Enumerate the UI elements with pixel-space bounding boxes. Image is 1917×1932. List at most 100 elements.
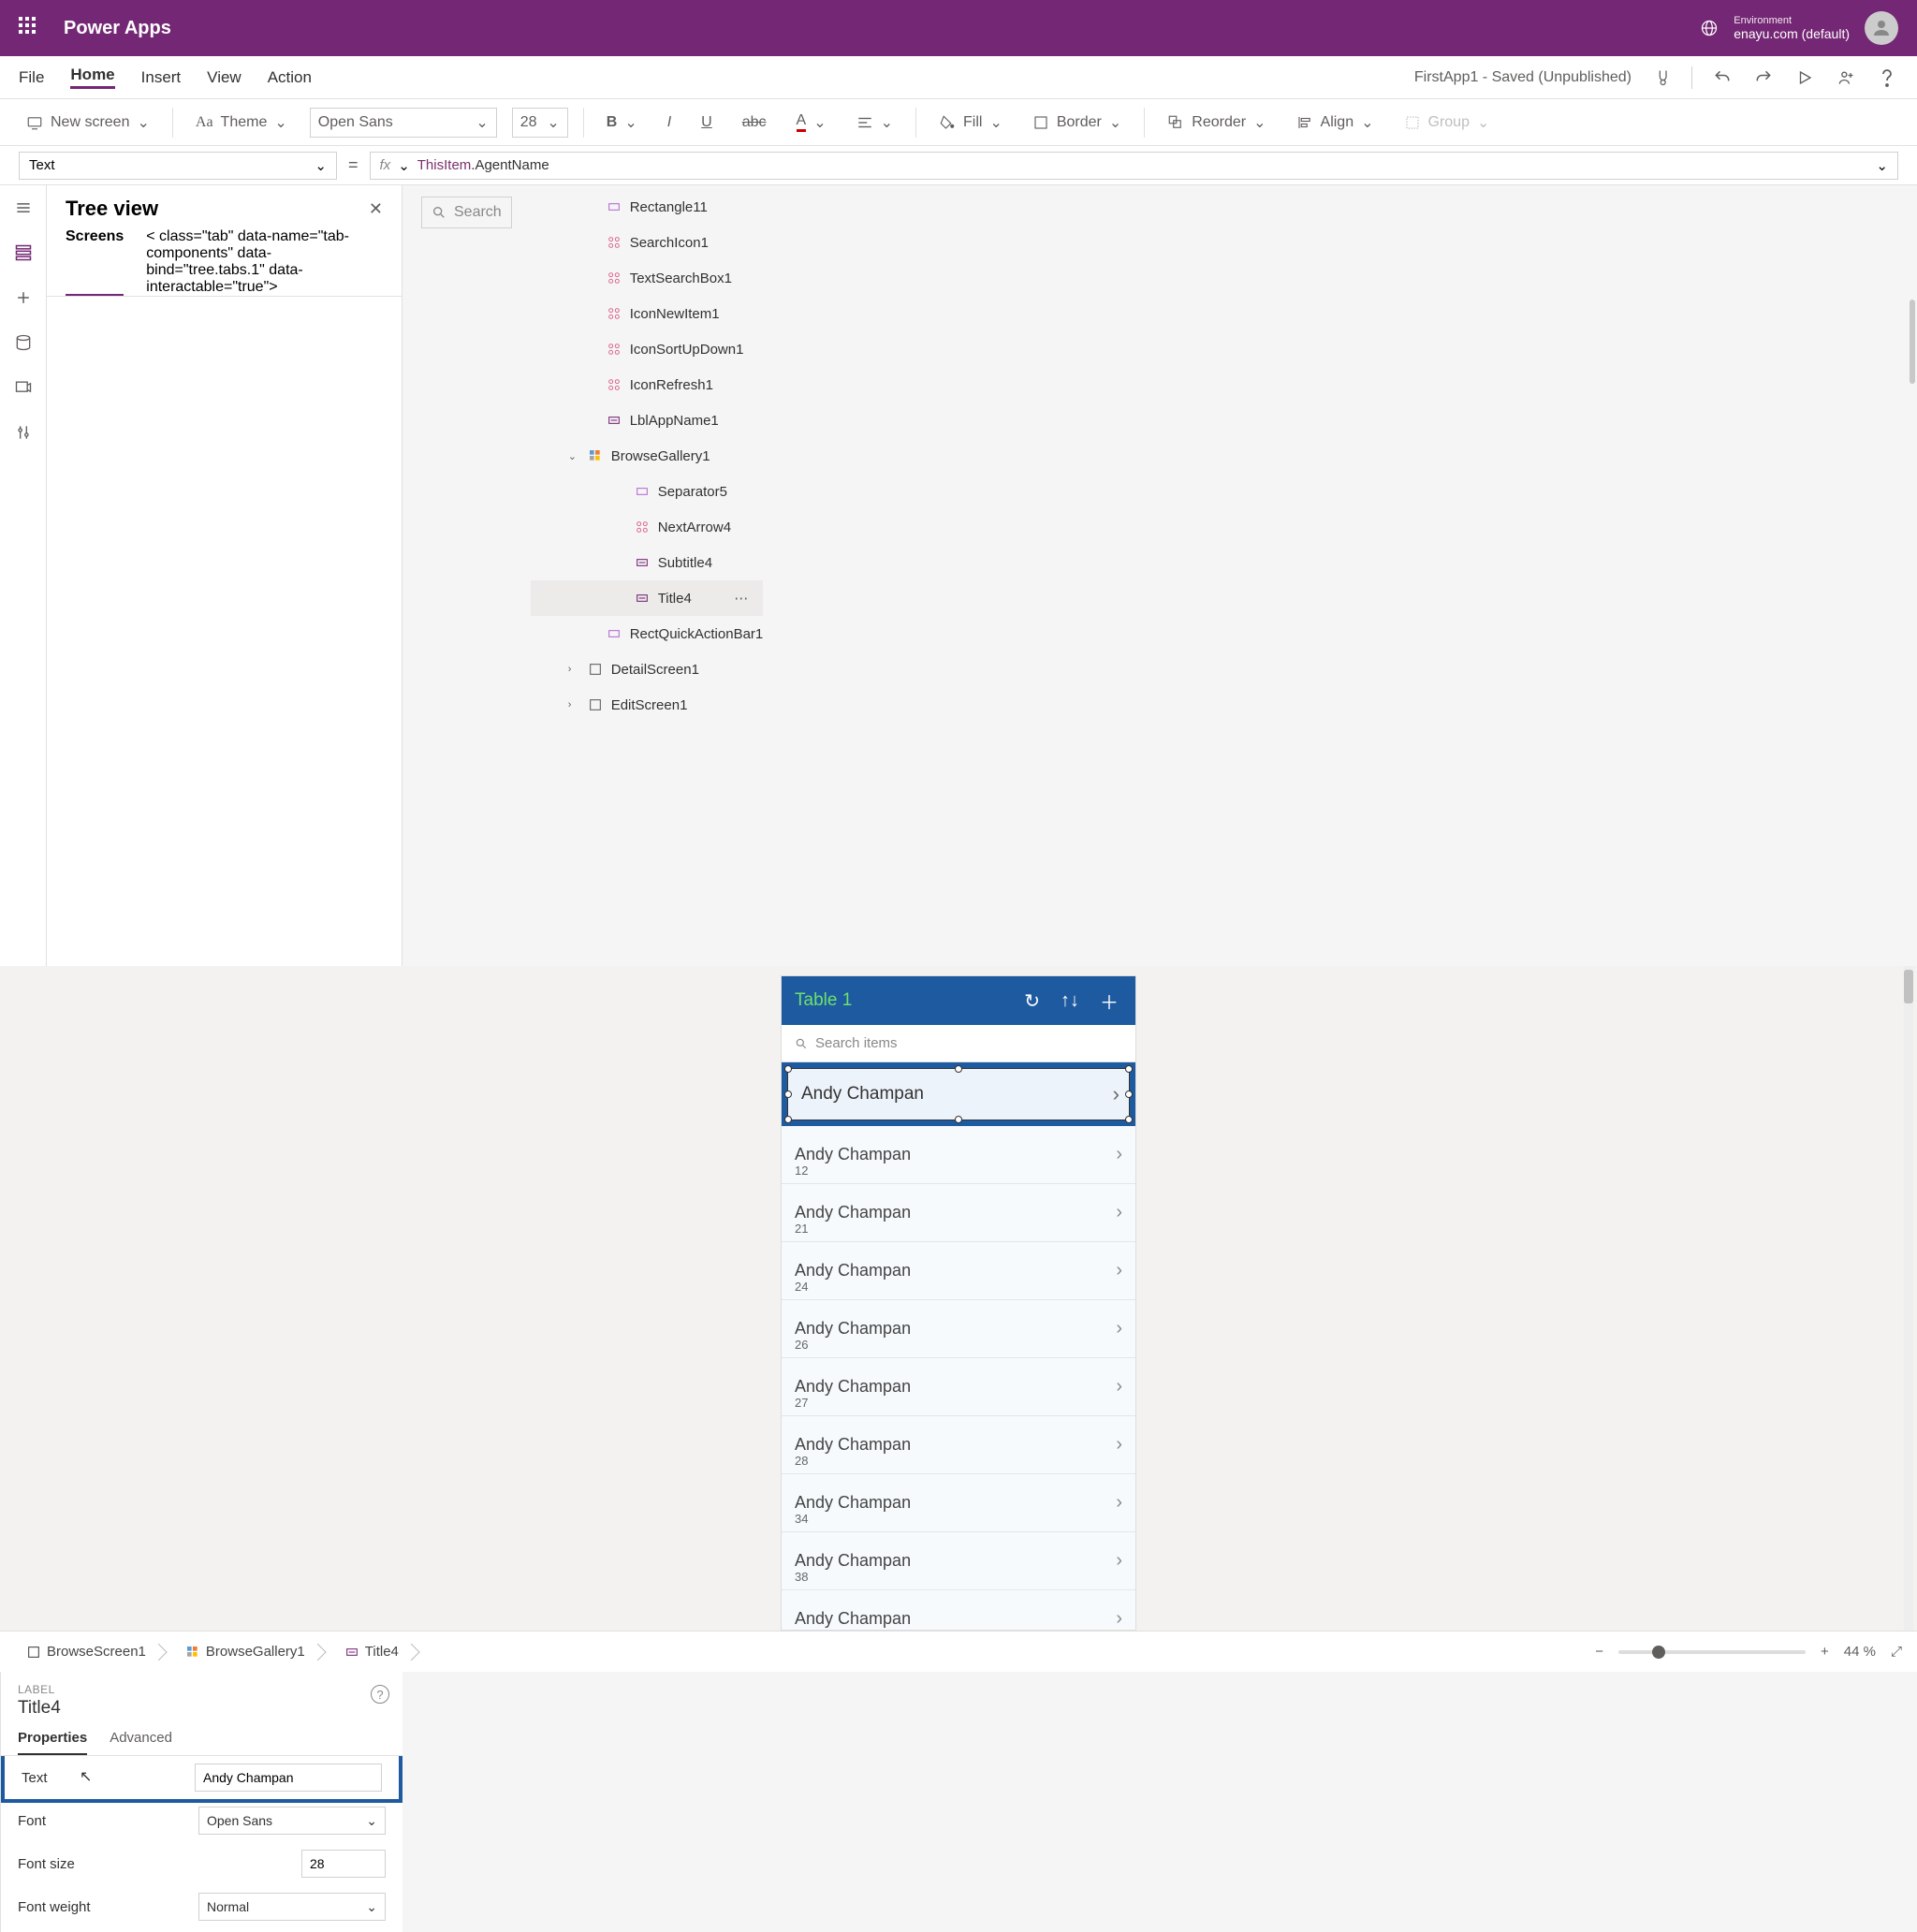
bold-button[interactable]: B⌄: [599, 113, 645, 132]
app-launcher-icon[interactable]: [19, 17, 41, 39]
font-color-button[interactable]: A⌄: [789, 112, 834, 132]
tree-item[interactable]: LblAppName1: [531, 402, 764, 438]
underline-button[interactable]: U: [694, 114, 720, 131]
font-family-dropdown[interactable]: Open Sans ⌄: [310, 108, 497, 138]
scrollbar-thumb[interactable]: [1910, 300, 1915, 384]
search-icon: [795, 1037, 808, 1050]
fit-to-window-icon[interactable]: ⤢: [1891, 1644, 1902, 1660]
tree-item[interactable]: SearchIcon1: [531, 225, 764, 260]
tree-item[interactable]: ⌄BrowseGallery1: [531, 438, 764, 474]
help-icon[interactable]: [1876, 66, 1898, 89]
rail-data[interactable]: [12, 331, 35, 354]
rail-insert[interactable]: [12, 286, 35, 309]
resize-handle[interactable]: [784, 1090, 792, 1098]
gallery-item[interactable]: Andy Champan34›: [782, 1474, 1135, 1532]
tree-item[interactable]: Subtitle4: [531, 545, 764, 580]
new-screen-button[interactable]: New screen ⌄: [19, 113, 157, 132]
gallery-item[interactable]: Andy Champan›: [782, 1590, 1135, 1631]
rail-hamburger[interactable]: [12, 197, 35, 219]
share-icon[interactable]: [1835, 66, 1857, 89]
text-align-button[interactable]: ⌄: [849, 113, 900, 132]
tree-tabs: Screens < class="tab" data-name="tab-com…: [47, 228, 402, 297]
gallery-item[interactable]: Andy Champan24›: [782, 1242, 1135, 1300]
tree-item[interactable]: ›DetailScreen1: [531, 651, 764, 687]
menu-view[interactable]: View: [207, 68, 241, 87]
fill-button[interactable]: Fill⌄: [931, 113, 1010, 132]
refresh-icon[interactable]: ↻: [1020, 986, 1044, 1017]
resize-handle[interactable]: [784, 1116, 792, 1123]
tree-item[interactable]: Rectangle11: [531, 189, 764, 225]
prop-fontsize-input[interactable]: [301, 1850, 386, 1878]
tab-properties[interactable]: Properties: [18, 1730, 87, 1755]
tree-item[interactable]: IconRefresh1: [531, 367, 764, 402]
tree-search[interactable]: Search: [421, 197, 512, 228]
chevron-down-icon: ⌄: [315, 157, 327, 174]
undo-icon[interactable]: [1711, 66, 1734, 89]
gallery-item[interactable]: Andy Champan21›: [782, 1184, 1135, 1242]
tree-item[interactable]: IconNewItem1: [531, 296, 764, 331]
tree-item[interactable]: ›EditScreen1: [531, 687, 764, 723]
rail-advanced-tools[interactable]: [12, 421, 35, 444]
tree-item[interactable]: IconSortUpDown1: [531, 331, 764, 367]
breadcrumb-control[interactable]: Title4: [333, 1640, 410, 1663]
close-icon[interactable]: ✕: [369, 199, 383, 219]
gallery-item[interactable]: Andy Champan26›: [782, 1300, 1135, 1358]
help-icon[interactable]: ?: [371, 1685, 389, 1704]
formula-input[interactable]: fx ⌄ ThisItem.AgentName ⌄: [370, 152, 1898, 180]
gallery-item[interactable]: Andy Champan38›: [782, 1532, 1135, 1590]
gallery-item-subtitle: 12: [795, 1164, 808, 1178]
prop-fontweight-dropdown[interactable]: Normal⌄: [198, 1893, 386, 1921]
tree-item[interactable]: Title4⋯: [531, 580, 764, 616]
tree-item[interactable]: RectQuickActionBar1: [531, 616, 764, 651]
play-icon[interactable]: [1793, 66, 1816, 89]
font-size-dropdown[interactable]: 28 ⌄: [512, 108, 568, 138]
slider-knob[interactable]: [1652, 1646, 1665, 1659]
gallery-item[interactable]: Andy Champan12›: [782, 1126, 1135, 1184]
zoom-out-icon[interactable]: −: [1595, 1644, 1603, 1660]
resize-handle[interactable]: [784, 1065, 792, 1073]
app-checker-icon[interactable]: [1650, 66, 1673, 89]
selected-title-control[interactable]: Andy Champan ›: [787, 1068, 1130, 1120]
more-icon[interactable]: ⋯: [734, 590, 748, 607]
sort-icon[interactable]: ↑↓: [1057, 987, 1083, 1016]
menu-file[interactable]: File: [19, 68, 44, 87]
resize-handle[interactable]: [955, 1116, 962, 1123]
border-button[interactable]: Border⌄: [1025, 113, 1129, 132]
breadcrumb-screen[interactable]: BrowseScreen1: [15, 1640, 157, 1663]
resize-handle[interactable]: [1125, 1065, 1133, 1073]
chevron-down-icon: ⌄: [476, 113, 488, 132]
menu-home[interactable]: Home: [70, 66, 114, 89]
theme-button[interactable]: Aa Theme ⌄: [188, 113, 295, 132]
prop-font-dropdown[interactable]: Open Sans⌄: [198, 1807, 386, 1835]
canvas-scrollbar[interactable]: [1904, 966, 1913, 1631]
gallery-item[interactable]: Andy Champan28›: [782, 1416, 1135, 1474]
resize-handle[interactable]: [955, 1065, 962, 1073]
tree-item[interactable]: Separator5: [531, 474, 764, 509]
property-selector[interactable]: Text ⌄: [19, 152, 337, 180]
reorder-button[interactable]: Reorder⌄: [1160, 113, 1273, 132]
zoom-slider[interactable]: [1618, 1650, 1806, 1654]
preview-search-box[interactable]: Search items: [782, 1025, 1135, 1062]
tab-advanced[interactable]: Advanced: [110, 1730, 172, 1755]
menu-action[interactable]: Action: [268, 68, 312, 87]
rail-media[interactable]: [12, 376, 35, 399]
tab-screens[interactable]: Screens: [66, 228, 124, 296]
align-button[interactable]: Align⌄: [1289, 113, 1382, 132]
zoom-in-icon[interactable]: +: [1821, 1644, 1829, 1660]
prop-text-input[interactable]: [195, 1764, 382, 1792]
strikethrough-button[interactable]: abc: [735, 114, 774, 131]
italic-button[interactable]: I: [660, 114, 679, 131]
breadcrumb-gallery[interactable]: BrowseGallery1: [174, 1640, 316, 1663]
redo-icon[interactable]: [1752, 66, 1775, 89]
resize-handle[interactable]: [1125, 1116, 1133, 1123]
gallery-item[interactable]: Andy Champan27›: [782, 1358, 1135, 1416]
environment-picker[interactable]: Environment enayu.com (default): [1734, 15, 1850, 41]
scrollbar-thumb[interactable]: [1904, 970, 1913, 1003]
user-avatar[interactable]: [1865, 11, 1898, 45]
rail-tree-view[interactable]: [12, 242, 35, 264]
menu-insert[interactable]: Insert: [141, 68, 182, 87]
resize-handle[interactable]: [1125, 1090, 1133, 1098]
tree-item[interactable]: TextSearchBox1: [531, 260, 764, 296]
add-icon[interactable]: ＋: [1096, 984, 1122, 1018]
tree-item[interactable]: NextArrow4: [531, 509, 764, 545]
